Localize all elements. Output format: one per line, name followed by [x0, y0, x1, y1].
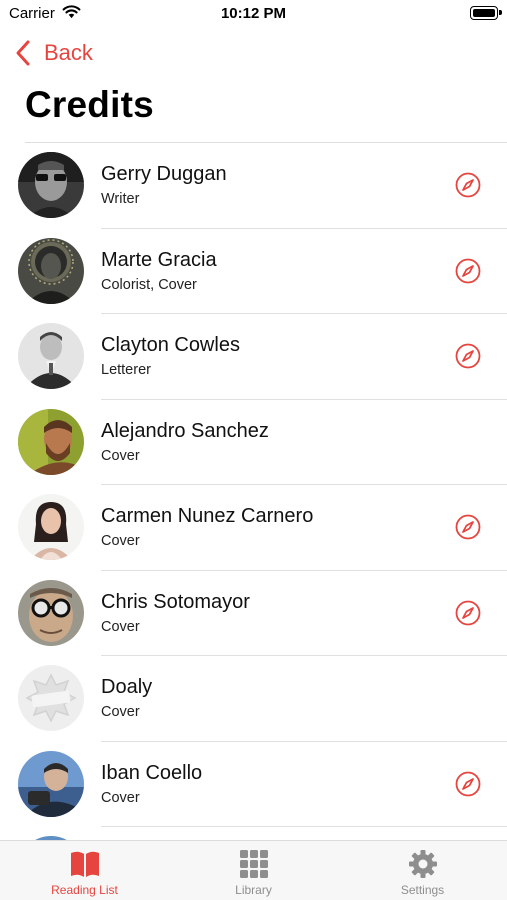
avatar — [18, 323, 84, 389]
credit-row[interactable]: Carmen Nunez Carnero Cover — [0, 485, 507, 571]
credit-role: Writer — [101, 191, 140, 207]
credit-name: Doaly — [101, 676, 153, 698]
credit-name: Chris Sotomayor — [101, 590, 250, 613]
page-title: Credits — [25, 84, 154, 125]
gear-icon — [408, 850, 437, 878]
tab-settings[interactable]: Settings — [338, 841, 507, 900]
avatar — [18, 237, 84, 304]
credit-name: Clayton Cowles — [101, 334, 240, 356]
credit-role: Cover — [101, 447, 140, 464]
tab-library[interactable]: Library — [169, 841, 338, 900]
avatar — [18, 408, 84, 475]
credit-role: Colorist, Cover — [101, 276, 197, 293]
credit-name: Gerry Duggan — [101, 163, 227, 185]
book-icon — [70, 851, 99, 877]
credit-name: Carmen Nunez Carnero — [101, 505, 314, 527]
tab-reading-list[interactable]: Reading List — [0, 841, 169, 900]
credit-role: Cover — [101, 789, 140, 806]
status-bar: Carrier 10:12 PM — [0, 0, 507, 28]
tab-label: Settings — [400, 883, 445, 897]
credit-row[interactable]: Doaly Cover — [0, 656, 507, 742]
credit-row[interactable]: Gerry Duggan Writer — [0, 143, 507, 229]
credit-row[interactable]: Iban Coello Cover — [0, 742, 507, 827]
compass-icon[interactable] — [455, 172, 481, 198]
back-label: Back — [44, 40, 93, 65]
avatar — [18, 750, 84, 817]
credit-name: Marte Gracia — [101, 248, 217, 271]
compass-icon[interactable] — [455, 258, 481, 284]
compass-icon[interactable] — [455, 771, 481, 797]
credit-role: Letterer — [101, 362, 151, 378]
avatar — [18, 665, 84, 731]
credit-row[interactable]: Clayton Cowles Letterer — [0, 314, 507, 400]
credit-role: Cover — [101, 533, 140, 549]
compass-icon[interactable] — [455, 600, 481, 626]
credits-list: Gerry Duggan Writer Marte Gracia Coloris… — [0, 143, 507, 900]
compass-icon[interactable] — [455, 343, 481, 369]
credit-role: Cover — [101, 618, 140, 635]
credit-row[interactable]: Marte Gracia Colorist, Cover — [0, 229, 507, 314]
back-button[interactable]: Back — [14, 36, 93, 70]
avatar — [18, 579, 84, 646]
credit-name: Iban Coello — [101, 761, 203, 784]
credit-name: Alejandro Sanchez — [101, 419, 269, 442]
credit-role: Cover — [101, 704, 140, 720]
avatar — [18, 494, 84, 560]
tab-bar: Reading List Library Settings — [0, 840, 507, 900]
tab-label: Reading List — [51, 883, 118, 897]
compass-icon[interactable] — [455, 514, 481, 540]
avatar — [18, 152, 84, 218]
credit-row[interactable]: Chris Sotomayor Cover — [0, 571, 507, 656]
grid-icon — [239, 850, 268, 878]
battery-icon — [470, 6, 502, 20]
status-time: 10:12 PM — [220, 5, 287, 22]
chevron-left-icon — [16, 40, 30, 66]
tab-label: Library — [235, 883, 272, 897]
credit-row[interactable]: Alejandro Sanchez Cover — [0, 400, 507, 485]
